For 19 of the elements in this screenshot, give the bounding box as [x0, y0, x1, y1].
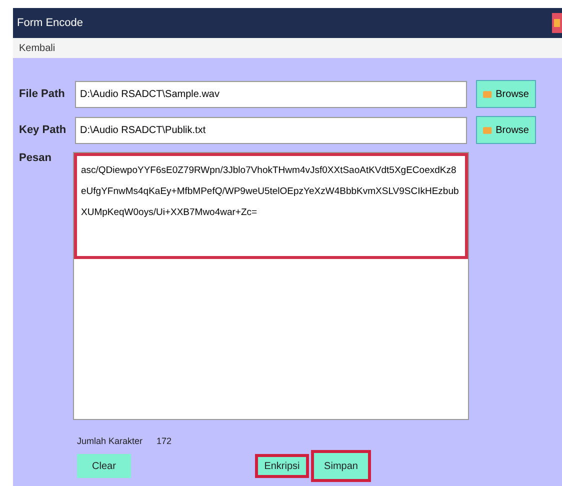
- browse-button[interactable]: Browse: [476, 80, 536, 108]
- field-label: Key Path: [19, 124, 68, 136]
- path-field[interactable]: D:\Audio RSADCT\Sample.wav: [75, 80, 467, 108]
- action-button[interactable]: Simpan: [311, 450, 371, 482]
- counter-label: Jumlah Karakter: [77, 436, 143, 446]
- action-button[interactable]: Enkripsi: [255, 454, 309, 478]
- browse-button[interactable]: Browse: [476, 116, 536, 144]
- folder-icon: [483, 90, 492, 98]
- path-field[interactable]: D:\Audio RSADCT\Publik.txt: [75, 116, 467, 144]
- folder-icon: [483, 126, 492, 134]
- menu-item[interactable]: Kembali: [19, 42, 56, 54]
- message-field[interactable]: asc/QDiewpoYYF6sE0Z79RWpn/3Jblo7VhokTHwm4vJsf0XXtSaoAtKVdt5XgECoexdKz8eUfgYFnwMs4qKaEy+MfbMPefQ/WP9weU5telOEpzYeXzW4BbbKvmXSLV9SCIkHEzbub XUMpKeqW0oys/Ui+XXB7Mwo4war+Zc=: [73, 152, 469, 420]
- counter-value: 172: [156, 436, 172, 446]
- action-button[interactable]: Clear: [77, 454, 131, 478]
- field-label: File Path: [19, 88, 66, 100]
- window-title: Form Encode: [17, 17, 84, 29]
- field-label: Pesan: [19, 152, 52, 164]
- close-button[interactable]: [552, 13, 562, 33]
- message-text: asc/QDiewpoYYF6sE0Z79RWpn/3Jblo7VhokTHwm4vJsf0XXtSaoAtKVdt5XgECoexdKz8eUfgYFnwMs4qKaEy+MfbMPefQ/WP9weU5telOEpzYeXzW4BbbKvmXSLV9SCIkHEzbub XUMpKeqW0oys/Ui+XXB7Mwo4war+Zc=: [74, 153, 468, 259]
